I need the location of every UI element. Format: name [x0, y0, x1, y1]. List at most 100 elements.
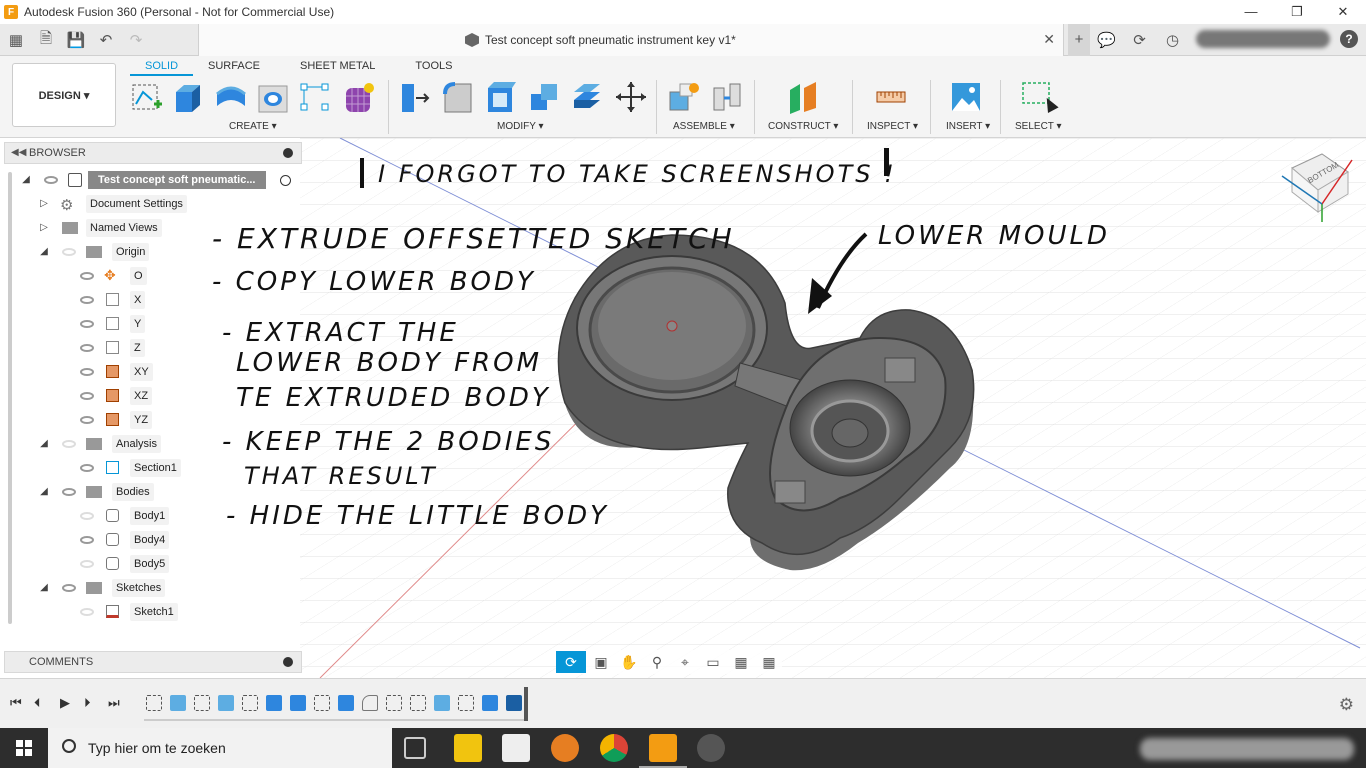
- collapse-arrow-icon[interactable]: ◢: [38, 486, 50, 498]
- tab-tools[interactable]: TOOLS: [400, 58, 467, 76]
- visibility-eye-icon[interactable]: [80, 368, 94, 376]
- maximize-button[interactable]: ❐: [1274, 0, 1320, 24]
- 3d-viewport[interactable]: I FORGOT TO TAKE SCREENSHOTS ! - EXTRUDE…: [0, 138, 1366, 678]
- expand-arrow-icon[interactable]: ▷: [38, 222, 50, 234]
- measure-icon[interactable]: [874, 80, 908, 114]
- comments-icon[interactable]: 💬: [1090, 31, 1123, 49]
- joint-icon[interactable]: [710, 80, 744, 114]
- timeline-sketch-feature[interactable]: [242, 695, 258, 711]
- step-back-icon[interactable]: ⏴: [34, 695, 41, 711]
- timeline-extrude-feature[interactable]: [290, 695, 306, 711]
- move-copy-icon[interactable]: [614, 80, 648, 114]
- visibility-eye-icon[interactable]: [80, 272, 94, 280]
- timeline-extrude-feature[interactable]: [482, 695, 498, 711]
- redo-icon[interactable]: ↷: [126, 30, 146, 50]
- fit-icon[interactable]: ⌖: [672, 651, 698, 673]
- visibility-eye-icon[interactable]: [80, 320, 94, 328]
- help-icon[interactable]: ?: [1340, 30, 1358, 48]
- visibility-eye-icon[interactable]: [80, 416, 94, 424]
- grid-settings-icon[interactable]: ▦: [728, 651, 754, 673]
- file-explorer-icon[interactable]: [454, 734, 482, 762]
- create-menu[interactable]: CREATE ▾: [229, 121, 277, 132]
- timeline-sketch-feature[interactable]: [146, 695, 162, 711]
- system-tray-redacted[interactable]: [1140, 738, 1354, 760]
- save-icon[interactable]: 💾: [66, 30, 86, 50]
- timeline-offset-feature[interactable]: [434, 695, 450, 711]
- press-pull-icon[interactable]: [398, 80, 432, 114]
- zoom-icon[interactable]: ⚲: [644, 651, 670, 673]
- browser-root[interactable]: ◢ Test concept soft pneumatic...: [4, 169, 302, 191]
- timeline-settings-gear-icon[interactable]: ⚙: [1339, 695, 1354, 715]
- visibility-eye-icon[interactable]: [80, 464, 94, 472]
- offset-plane-icon[interactable]: [786, 80, 820, 114]
- pattern-icon[interactable]: [298, 80, 332, 114]
- new-tab-plus-icon[interactable]: +: [1068, 24, 1090, 56]
- display-settings-icon[interactable]: ▭: [700, 651, 726, 673]
- timeline-sketch-feature[interactable]: [194, 695, 210, 711]
- collapse-browser-icon[interactable]: ◀◀: [11, 147, 26, 158]
- visibility-eye-icon[interactable]: [80, 608, 94, 616]
- construct-menu[interactable]: CONSTRUCT ▾: [768, 121, 838, 132]
- activate-radio-icon[interactable]: [280, 175, 291, 186]
- tab-sheet-metal[interactable]: SHEET METAL: [285, 58, 390, 76]
- insert-menu[interactable]: INSERT ▾: [946, 121, 990, 132]
- visibility-eye-icon[interactable]: [62, 440, 76, 448]
- timeline-sketch-feature[interactable]: [410, 695, 426, 711]
- timeline-sketch-feature[interactable]: [386, 695, 402, 711]
- revolve-icon[interactable]: [214, 80, 248, 114]
- shell-icon[interactable]: [484, 80, 518, 114]
- go-to-start-icon[interactable]: ⏮: [10, 695, 22, 711]
- visibility-eye-icon[interactable]: [62, 584, 76, 592]
- visibility-eye-icon[interactable]: [80, 512, 94, 520]
- browser-minimize-icon[interactable]: [283, 148, 293, 158]
- document-tab[interactable]: Test concept soft pneumatic instrument k…: [198, 24, 1064, 56]
- visibility-eye-icon[interactable]: [44, 176, 58, 184]
- hole-icon[interactable]: [256, 80, 290, 114]
- collapse-arrow-icon[interactable]: ◢: [38, 438, 50, 450]
- inspect-menu[interactable]: INSPECT ▾: [867, 121, 918, 132]
- insert-canvas-icon[interactable]: [949, 80, 983, 114]
- minimize-button[interactable]: —: [1228, 0, 1274, 24]
- browser-scrollbar[interactable]: [8, 172, 12, 624]
- data-panel-grid-icon[interactable]: ▦: [6, 30, 26, 50]
- play-icon[interactable]: ▶: [60, 695, 70, 711]
- modify-menu[interactable]: MODIFY ▾: [497, 121, 544, 132]
- taskbar-search[interactable]: Typ hier om te zoeken: [48, 728, 392, 768]
- timeline-sketch-feature[interactable]: [458, 695, 474, 711]
- visibility-eye-icon[interactable]: [80, 536, 94, 544]
- account-name-redacted[interactable]: [1196, 30, 1330, 48]
- workspace-switcher[interactable]: DESIGN ▾: [12, 63, 116, 127]
- undo-icon[interactable]: ↶: [96, 30, 116, 50]
- create-form-icon[interactable]: [342, 80, 376, 114]
- collapse-arrow-icon[interactable]: ◢: [38, 582, 50, 594]
- visibility-eye-icon[interactable]: [62, 248, 76, 256]
- extensions-icon[interactable]: ⟳: [1123, 31, 1156, 49]
- timeline-marker[interactable]: [524, 687, 528, 721]
- fillet-icon[interactable]: [441, 80, 475, 114]
- chrome-icon[interactable]: [600, 734, 628, 762]
- fusion-360-taskbar-icon[interactable]: [649, 734, 677, 762]
- file-menu-icon[interactable]: 🗎: [36, 30, 56, 50]
- select-menu[interactable]: SELECT ▾: [1015, 121, 1062, 132]
- expand-arrow-icon[interactable]: ▷: [38, 198, 50, 210]
- task-view-icon[interactable]: [404, 737, 426, 759]
- viewports-icon[interactable]: ▦: [756, 651, 782, 673]
- visibility-eye-icon[interactable]: [80, 560, 94, 568]
- orbit-icon[interactable]: ⟳: [556, 651, 586, 673]
- firefox-icon[interactable]: [551, 734, 579, 762]
- create-sketch-icon[interactable]: [130, 80, 164, 114]
- timeline-combine-feature[interactable]: [506, 695, 522, 711]
- timeline-revolve-feature[interactable]: [218, 695, 234, 711]
- tab-surface[interactable]: SURFACE: [193, 58, 275, 76]
- extrude-icon[interactable]: [172, 80, 206, 114]
- visibility-eye-icon[interactable]: [80, 392, 94, 400]
- assemble-menu[interactable]: ASSEMBLE ▾: [673, 121, 735, 132]
- visibility-eye-icon[interactable]: [62, 488, 76, 496]
- close-tab-icon[interactable]: ✕: [1043, 31, 1055, 48]
- job-status-clock-icon[interactable]: ◷: [1156, 31, 1189, 49]
- timeline-sketch-feature[interactable]: [314, 695, 330, 711]
- start-button[interactable]: [0, 728, 48, 768]
- step-forward-icon[interactable]: ⏵: [84, 695, 91, 711]
- add-comment-icon[interactable]: [283, 657, 293, 667]
- timeline-revolve-feature[interactable]: [170, 695, 186, 711]
